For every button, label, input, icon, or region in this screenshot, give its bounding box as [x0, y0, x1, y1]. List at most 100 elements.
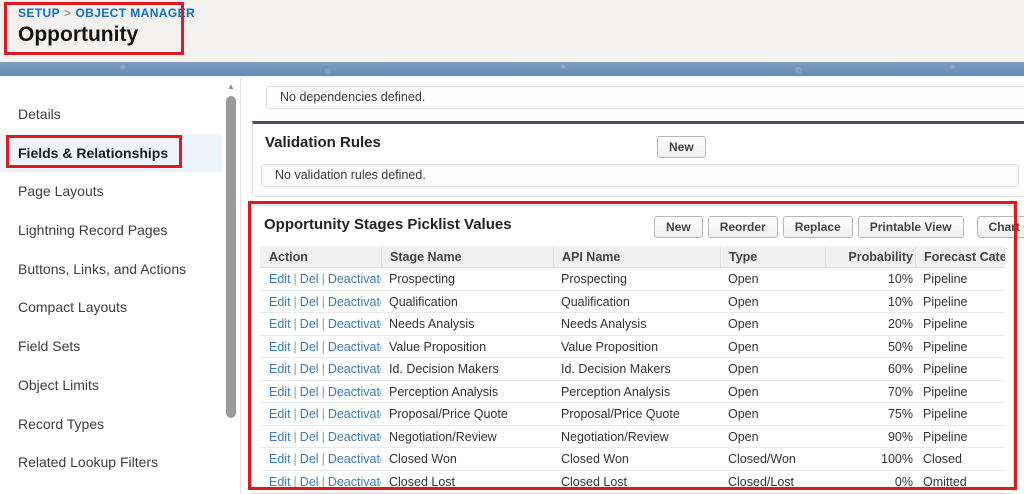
- validation-rules-title: Validation Rules: [265, 134, 381, 151]
- column-header-probability: Probability: [825, 246, 915, 267]
- breadcrumb-setup-link[interactable]: SETUP: [18, 6, 60, 20]
- del-link[interactable]: Del: [300, 295, 319, 309]
- sidebar-item-compact-layouts[interactable]: Compact Layouts: [0, 288, 222, 327]
- row-actions: Edit | Del | Deactivate: [260, 471, 381, 493]
- row-actions: Edit | Del | Deactivate: [260, 448, 381, 470]
- scroll-up-icon[interactable]: ▲: [225, 82, 237, 91]
- deactivate-link[interactable]: Deactivate: [328, 452, 381, 466]
- edit-link[interactable]: Edit: [269, 340, 291, 354]
- row-actions: Edit | Del | Deactivate: [260, 268, 381, 290]
- del-link[interactable]: Del: [300, 430, 319, 444]
- table-row: Edit | Del | Deactivate Closed Lost Closed L…: [260, 471, 1005, 493]
- link-separator: |: [293, 452, 297, 466]
- table-row: Edit | Del | Deactivate Perception Analysis …: [260, 381, 1005, 403]
- api-name-cell: Value Proposition: [561, 339, 659, 354]
- sidebar-item-label: Fields & Relationships: [18, 144, 169, 161]
- validation-rules-new-button[interactable]: New: [657, 136, 706, 158]
- del-link[interactable]: Del: [300, 475, 319, 489]
- deactivate-link[interactable]: Deactivate: [328, 362, 381, 376]
- probability-cell: 10%: [887, 294, 913, 309]
- edit-link[interactable]: Edit: [269, 295, 291, 309]
- deactivate-link[interactable]: Deactivate: [328, 385, 381, 399]
- row-actions: Edit | Del | Deactivate: [260, 313, 381, 335]
- sidebar-item-details[interactable]: Details: [0, 95, 222, 134]
- sidebar-item-label: Record Types: [18, 415, 105, 432]
- new-button[interactable]: New: [654, 216, 703, 238]
- link-separator: |: [321, 317, 325, 331]
- table-header-row: Action Stage Name API Name Type Probabil…: [260, 246, 1005, 268]
- forecast-category-cell: Pipeline: [923, 272, 968, 286]
- sidebar-item-buttons-links-and-actions[interactable]: Buttons, Links, and Actions: [0, 250, 222, 289]
- reorder-button[interactable]: Reorder: [707, 216, 778, 238]
- type-cell: Open: [728, 317, 759, 331]
- sidebar-item-record-types[interactable]: Record Types: [0, 405, 222, 444]
- column-header-action: Action: [269, 250, 308, 264]
- link-separator: |: [321, 384, 325, 399]
- sidebar-scrollbar[interactable]: ▲: [222, 78, 240, 494]
- sidebar-item-field-sets[interactable]: Field Sets: [0, 327, 222, 366]
- link-separator: |: [293, 317, 297, 331]
- stage-name-cell: Needs Analysis: [389, 317, 475, 331]
- api-name-cell: Prospecting: [561, 272, 628, 286]
- probability-cell: 60%: [887, 362, 913, 376]
- dependencies-empty-note: No dependencies defined.: [266, 86, 1024, 109]
- stage-name-cell: Proposal/Price Quote: [389, 407, 508, 421]
- deactivate-link[interactable]: Deactivate: [328, 407, 381, 421]
- stage-name-cell: Closed Won: [389, 452, 457, 466]
- column-header-api-name: API Name: [553, 246, 720, 267]
- setup-header: SETUP > OBJECT MANAGER Opportunity: [0, 0, 1024, 62]
- deactivate-link[interactable]: Deactivate: [328, 272, 381, 286]
- link-separator: |: [321, 452, 325, 466]
- deactivate-link[interactable]: Deactivate: [328, 295, 381, 309]
- edit-link[interactable]: Edit: [269, 362, 291, 376]
- deactivate-link[interactable]: Deactivate: [328, 430, 381, 444]
- replace-button[interactable]: Replace: [782, 216, 853, 238]
- del-link[interactable]: Del: [300, 272, 319, 286]
- breadcrumb-object-manager-link[interactable]: OBJECT MANAGER: [75, 6, 195, 20]
- sidebar-item-fields-relationships[interactable]: Fields & Relationships: [0, 133, 222, 173]
- link-separator: |: [321, 272, 325, 286]
- sidebar-item-label: Object Limits: [18, 376, 99, 393]
- probability-cell: 75%: [887, 407, 913, 421]
- forecast-category-cell: Pipeline: [923, 429, 968, 444]
- edit-link[interactable]: Edit: [269, 452, 291, 466]
- table-row: Edit | Del | Deactivate Needs Analysis Needs…: [260, 313, 1005, 336]
- column-header-forecast-category: Forecast Category: [915, 246, 1005, 267]
- chart-colors-button[interactable]: Chart Colors▼: [976, 216, 1024, 238]
- sidebar-item-label: Compact Layouts: [18, 299, 127, 316]
- type-cell: Open: [728, 384, 759, 399]
- link-separator: |: [293, 407, 297, 421]
- main-panel: No dependencies defined. Validation Rule…: [240, 78, 1024, 494]
- link-separator: |: [321, 362, 325, 376]
- edit-link[interactable]: Edit: [269, 317, 291, 331]
- type-cell: Closed/Won: [728, 452, 796, 466]
- edit-link[interactable]: Edit: [269, 475, 291, 489]
- forecast-category-cell: Pipeline: [923, 407, 968, 421]
- scrollbar-thumb[interactable]: [226, 96, 236, 418]
- del-link[interactable]: Del: [300, 362, 319, 376]
- edit-link[interactable]: Edit: [269, 272, 291, 286]
- del-link[interactable]: Del: [300, 385, 319, 399]
- link-separator: |: [321, 294, 325, 309]
- deactivate-link[interactable]: Deactivate: [328, 340, 381, 354]
- del-link[interactable]: Del: [300, 407, 319, 421]
- del-link[interactable]: Del: [300, 317, 319, 331]
- row-actions: Edit | Del | Deactivate: [260, 381, 381, 403]
- link-separator: |: [321, 429, 325, 444]
- deactivate-link[interactable]: Deactivate: [328, 475, 381, 489]
- sidebar-item-page-layouts[interactable]: Page Layouts: [0, 172, 222, 211]
- edit-link[interactable]: Edit: [269, 385, 291, 399]
- stage-name-cell: Perception Analysis: [389, 384, 499, 399]
- sidebar-item-object-limits[interactable]: Object Limits: [0, 366, 222, 405]
- printable-view-button[interactable]: Printable View: [857, 216, 964, 238]
- forecast-category-cell: Omitted: [923, 474, 967, 489]
- sidebar-item-lightning-record-pages[interactable]: Lightning Record Pages: [0, 211, 222, 250]
- sidebar-item-related-lookup-filters[interactable]: Related Lookup Filters: [0, 443, 222, 482]
- deactivate-link[interactable]: Deactivate: [328, 317, 381, 331]
- edit-link[interactable]: Edit: [269, 430, 291, 444]
- link-separator: |: [321, 339, 325, 354]
- del-link[interactable]: Del: [300, 340, 319, 354]
- del-link[interactable]: Del: [300, 452, 319, 466]
- link-separator: |: [293, 474, 297, 489]
- edit-link[interactable]: Edit: [269, 407, 291, 421]
